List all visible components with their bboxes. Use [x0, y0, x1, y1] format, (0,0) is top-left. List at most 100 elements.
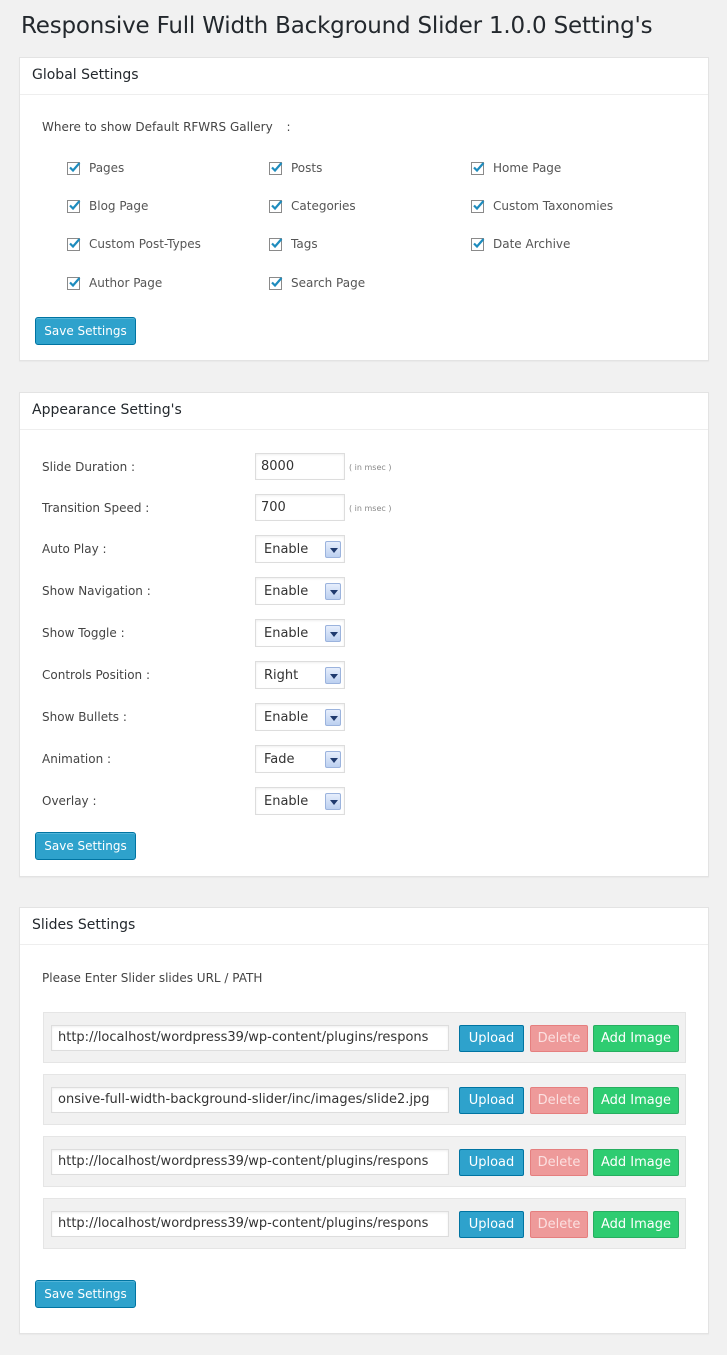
chevron-down-icon[interactable]	[325, 751, 341, 768]
checkbox-label: Custom Taxonomies	[493, 199, 614, 213]
add-image-button[interactable]: Add Image	[593, 1087, 679, 1114]
chevron-down-icon[interactable]	[325, 793, 341, 810]
select-value: Enable	[264, 542, 309, 557]
chevron-down-icon[interactable]	[325, 625, 341, 642]
select-dropdown[interactable]: Enable	[255, 619, 345, 647]
select-label: Animation :	[42, 752, 112, 766]
checkbox-label: Author Page	[89, 276, 163, 290]
select-label: Show Toggle :	[42, 626, 125, 640]
slide-row: onsive-full-width-background-slider/inc/…	[43, 1074, 686, 1125]
add-image-button[interactable]: Add Image	[593, 1211, 679, 1238]
delete-button[interactable]: Delete	[530, 1087, 588, 1114]
page-title: Responsive Full Width Background Slider …	[21, 13, 653, 39]
global-settings-heading: Global Settings	[20, 58, 708, 95]
checkbox-label: Home Page	[493, 161, 562, 175]
checkbox-checked[interactable]	[471, 161, 485, 175]
select-label: Auto Play :	[42, 542, 107, 556]
delete-button[interactable]: Delete	[530, 1149, 588, 1176]
checkbox-item[interactable]: Custom Taxonomies	[471, 198, 613, 214]
checkbox-item[interactable]: Home Page	[471, 160, 561, 176]
transition-speed-input[interactable]: 700	[255, 494, 345, 521]
global-save-button[interactable]: Save Settings	[35, 317, 136, 345]
checkbox-label: Categories	[291, 199, 356, 213]
checkbox-item[interactable]: Categories	[269, 198, 356, 214]
select-dropdown[interactable]: Fade	[255, 745, 345, 773]
select-dropdown[interactable]: Right	[255, 661, 345, 689]
chevron-down-icon[interactable]	[325, 583, 341, 600]
checkbox-item[interactable]: Author Page	[67, 275, 162, 291]
checkbox-checked[interactable]	[269, 237, 283, 251]
checkbox-label: Pages	[89, 161, 125, 175]
select-dropdown[interactable]: Enable	[255, 703, 345, 731]
delete-button[interactable]: Delete	[530, 1025, 588, 1052]
chevron-down-icon[interactable]	[325, 667, 341, 684]
checkbox-item[interactable]: Custom Post-Types	[67, 236, 201, 252]
checkbox-label: Custom Post-Types	[89, 237, 201, 251]
select-label: Overlay :	[42, 794, 97, 808]
chevron-down-icon[interactable]	[325, 541, 341, 558]
select-label: Show Navigation :	[42, 584, 151, 598]
checkbox-checked[interactable]	[67, 199, 81, 213]
select-value: Enable	[264, 794, 309, 809]
select-value: Enable	[264, 626, 309, 641]
slides-save-button[interactable]: Save Settings	[35, 1280, 136, 1308]
add-image-button[interactable]: Add Image	[593, 1025, 679, 1052]
slides-intro-text: Please Enter Slider slides URL / PATH	[42, 971, 263, 985]
checkbox-checked[interactable]	[67, 237, 81, 251]
select-label: Show Bullets :	[42, 710, 127, 724]
upload-button[interactable]: Upload	[459, 1211, 524, 1238]
checkbox-checked[interactable]	[471, 199, 485, 213]
checkbox-item[interactable]: Tags	[269, 236, 318, 252]
checkbox-label: Date Archive	[493, 237, 571, 251]
slide-url-input[interactable]: onsive-full-width-background-slider/inc/…	[51, 1087, 449, 1113]
appearance-save-button[interactable]: Save Settings	[35, 832, 136, 860]
slide-row: http://localhost/wordpress39/wp-content/…	[43, 1012, 686, 1063]
slides-settings-heading: Slides Settings	[20, 908, 708, 945]
select-value: Right	[264, 668, 299, 683]
checkbox-checked[interactable]	[269, 199, 283, 213]
slide-url-input[interactable]: http://localhost/wordpress39/wp-content/…	[51, 1211, 449, 1237]
appearance-settings-heading: Appearance Setting's	[20, 393, 708, 430]
where-to-show-text: Where to show Default RFWRS Gallery	[42, 120, 273, 134]
where-to-show-colon: :	[286, 120, 291, 134]
slide-row: http://localhost/wordpress39/wp-content/…	[43, 1136, 686, 1187]
checkbox-checked[interactable]	[269, 161, 283, 175]
checkbox-label: Blog Page	[89, 199, 149, 213]
slide-duration-hint: ( in msec )	[349, 463, 392, 472]
slide-url-input[interactable]: http://localhost/wordpress39/wp-content/…	[51, 1025, 449, 1051]
slide-row: http://localhost/wordpress39/wp-content/…	[43, 1198, 686, 1249]
upload-button[interactable]: Upload	[459, 1149, 524, 1176]
checkbox-checked[interactable]	[67, 276, 81, 290]
checkbox-checked[interactable]	[471, 237, 485, 251]
checkbox-item[interactable]: Date Archive	[471, 236, 570, 252]
select-dropdown[interactable]: Enable	[255, 577, 345, 605]
slide-duration-label: Slide Duration :	[42, 460, 136, 474]
checkbox-label: Posts	[291, 161, 323, 175]
where-to-show-label: Where to show Default RFWRS Gallery :	[42, 120, 291, 134]
select-label: Controls Position :	[42, 668, 151, 682]
add-image-button[interactable]: Add Image	[593, 1149, 679, 1176]
chevron-down-icon[interactable]	[325, 709, 341, 726]
checkbox-checked[interactable]	[67, 161, 81, 175]
checkbox-label: Tags	[291, 237, 318, 251]
select-value: Fade	[264, 752, 295, 767]
checkbox-item[interactable]: Blog Page	[67, 198, 148, 214]
delete-button[interactable]: Delete	[530, 1211, 588, 1238]
checkbox-item[interactable]: Search Page	[269, 275, 365, 291]
checkbox-item[interactable]: Pages	[67, 160, 124, 176]
select-dropdown[interactable]: Enable	[255, 787, 345, 815]
select-dropdown[interactable]: Enable	[255, 535, 345, 563]
global-settings-panel: Global Settings Where to show Default RF…	[19, 57, 709, 361]
appearance-settings-panel: Appearance Setting's Slide Duration : 80…	[19, 392, 709, 877]
upload-button[interactable]: Upload	[459, 1025, 524, 1052]
checkbox-item[interactable]: Posts	[269, 160, 322, 176]
transition-speed-hint: ( in msec )	[349, 504, 392, 513]
checkbox-checked[interactable]	[269, 276, 283, 290]
slide-url-input[interactable]: http://localhost/wordpress39/wp-content/…	[51, 1149, 449, 1175]
slide-duration-input[interactable]: 8000	[255, 453, 345, 480]
select-value: Enable	[264, 584, 309, 599]
upload-button[interactable]: Upload	[459, 1087, 524, 1114]
select-value: Enable	[264, 710, 309, 725]
checkbox-label: Search Page	[291, 276, 366, 290]
slides-settings-panel: Slides Settings Please Enter Slider slid…	[19, 907, 709, 1334]
